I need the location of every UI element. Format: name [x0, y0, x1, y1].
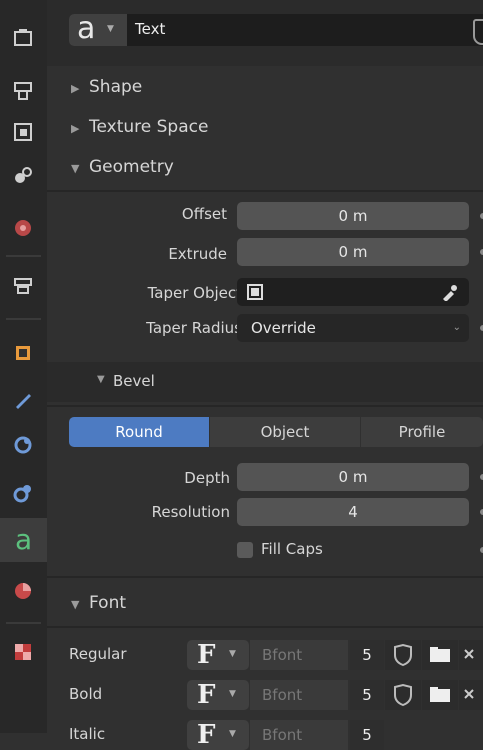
unlink-x-icon[interactable] — [459, 680, 483, 710]
view-layer-tab-icon[interactable] — [8, 160, 38, 190]
unlink-x-icon[interactable] — [459, 640, 483, 670]
font-slot-label: Italic — [69, 725, 106, 743]
bevel-mode-round[interactable]: Round — [69, 417, 209, 447]
section-divider — [47, 576, 483, 578]
world-tab-icon[interactable] — [8, 271, 38, 301]
datablock-name-field[interactable]: a ▼ Text — [69, 11, 483, 46]
extrude-label: Extrude — [168, 245, 227, 263]
offset-label: Offset — [181, 205, 227, 223]
taper-radius-value: Override — [251, 319, 316, 337]
font-user-count[interactable]: 5 — [350, 680, 384, 710]
depth-field[interactable]: 0 m — [237, 463, 469, 491]
object-icon — [247, 284, 263, 300]
font-section-header[interactable]: ▼ Font — [47, 588, 483, 618]
section-title: Shape — [89, 77, 143, 97]
particles-tab-icon[interactable] — [8, 430, 38, 460]
section-divider — [47, 626, 483, 628]
section-title: Font — [89, 593, 127, 613]
font-user-count[interactable]: 5 — [350, 640, 384, 670]
eyedropper-icon[interactable] — [441, 283, 457, 301]
collapsed-triangle-icon: ▶ — [71, 122, 80, 135]
open-folder-icon[interactable] — [422, 680, 458, 710]
bevel-subpanel-header[interactable]: ▼ Bevel — [47, 362, 483, 402]
expanded-triangle-icon: ▼ — [97, 374, 105, 385]
chevron-down-icon: ▼ — [229, 689, 236, 699]
shape-section-header[interactable]: ▶ Shape — [47, 72, 483, 102]
section-divider — [47, 190, 483, 192]
font-icon: F — [197, 640, 216, 670]
physics-tab-icon[interactable] — [8, 478, 38, 508]
fill-caps-label: Fill Caps — [261, 540, 323, 558]
tab-divider — [6, 318, 41, 320]
font-icon: F — [197, 720, 216, 750]
font-icon: F — [197, 680, 216, 710]
font-browse-button[interactable]: F ▼ — [187, 640, 249, 670]
text-data-tab-icon[interactable]: a — [0, 518, 47, 562]
font-slot-label: Regular — [69, 645, 127, 663]
taper-object-field[interactable] — [237, 278, 469, 306]
taper-radius-label: Taper Radius — [146, 319, 242, 337]
open-folder-icon[interactable] — [422, 640, 458, 670]
depth-label: Depth — [184, 469, 230, 487]
font-row-bold: Bold F ▼ Bfont 5 — [47, 680, 483, 710]
bevel-mode-object[interactable]: Object — [210, 417, 360, 447]
resolution-label: Resolution — [151, 503, 230, 521]
font-browse-button[interactable]: F ▼ — [187, 720, 249, 750]
font-name-field[interactable]: Bfont — [250, 680, 348, 710]
section-title: Texture Space — [89, 117, 209, 137]
tab-divider — [6, 255, 41, 257]
tab-divider — [6, 622, 41, 624]
datablock-type-selector[interactable]: a ▼ — [69, 11, 127, 46]
expanded-triangle-icon: ▼ — [71, 598, 80, 611]
svg-text:a: a — [15, 525, 32, 555]
offset-field[interactable]: 0 m — [237, 202, 469, 230]
fake-user-shield-icon[interactable] — [385, 640, 421, 670]
font-row-regular: Regular F ▼ Bfont 5 — [47, 640, 483, 670]
section-divider — [47, 405, 483, 407]
datablock-name[interactable]: Text — [135, 20, 165, 38]
font-row-italic: Italic F ▼ Bfont 5 — [47, 720, 483, 750]
datablock-header: a ▼ Text — [47, 0, 483, 66]
font-browse-button[interactable]: F ▼ — [187, 680, 249, 710]
modifier-tab-icon[interactable] — [8, 385, 38, 415]
font-slot-label: Bold — [69, 685, 103, 703]
render-tab-icon[interactable] — [8, 75, 38, 105]
tool-tab-icon[interactable] — [8, 22, 38, 52]
output-tab-icon[interactable] — [8, 117, 38, 147]
object-tab-icon[interactable] — [8, 338, 38, 368]
bevel-mode-profile[interactable]: Profile — [361, 417, 483, 447]
texture-tab-icon[interactable] — [8, 637, 38, 667]
texture-space-section-header[interactable]: ▶ Texture Space — [47, 112, 483, 142]
bevel-title: Bevel — [113, 372, 155, 390]
text-data-icon: a — [77, 11, 96, 46]
scene-tab-icon[interactable] — [8, 213, 38, 243]
chevron-down-icon: ▼ — [229, 649, 236, 659]
fill-caps-checkbox[interactable] — [237, 542, 253, 558]
fake-user-shield-icon[interactable] — [473, 19, 483, 45]
geometry-section-header[interactable]: ▼ Geometry — [47, 152, 483, 182]
fake-user-shield-icon[interactable] — [385, 680, 421, 710]
resolution-field[interactable]: 4 — [237, 498, 469, 526]
expanded-triangle-icon: ▼ — [71, 162, 80, 175]
taper-object-label: Taper Object — [147, 284, 242, 302]
properties-panel: a ▼ Text ▶ Shape ▶ Texture Space ▼ Geometry… — [47, 0, 483, 750]
font-user-count[interactable]: 5 — [350, 720, 384, 750]
collapsed-triangle-icon: ▶ — [71, 82, 80, 95]
chevron-down-icon: ▼ — [107, 24, 114, 34]
taper-radius-dropdown[interactable]: Override ⌄ — [237, 314, 469, 342]
bevel-mode-switch: Round Object Profile — [47, 417, 483, 447]
chevron-down-icon: ⌄ — [452, 322, 461, 333]
font-name-field[interactable]: Bfont — [250, 720, 348, 750]
properties-tab-strip: a — [0, 0, 47, 733]
section-title: Geometry — [89, 157, 174, 177]
chevron-down-icon: ▼ — [229, 729, 236, 739]
extrude-field[interactable]: 0 m — [237, 238, 469, 266]
font-name-field[interactable]: Bfont — [250, 640, 348, 670]
material-tab-icon[interactable] — [8, 576, 38, 606]
